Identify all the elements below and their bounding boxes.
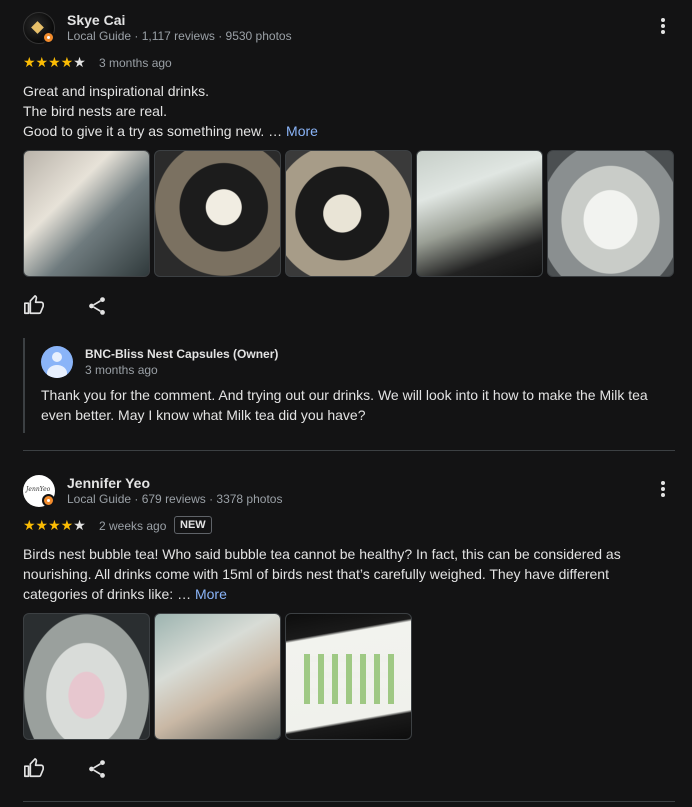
review-photo[interactable] — [23, 150, 150, 277]
thumbs-up-icon[interactable] — [23, 757, 45, 779]
review-text: Birds nest bubble tea! Who said bubble t… — [23, 544, 643, 604]
filled-stars: ★★★★ — [23, 517, 74, 533]
reviewer-name[interactable]: Jennifer Yeo — [67, 475, 150, 491]
review-text-line: Great and inspirational drinks. — [23, 83, 209, 99]
review-photo[interactable] — [154, 613, 281, 740]
owner-response-date: 3 months ago — [85, 363, 158, 377]
more-link[interactable]: More — [286, 123, 318, 139]
review-card: Skye Cai Local Guide · 1,117 reviews · 9… — [0, 0, 692, 450]
review-photo[interactable] — [285, 613, 412, 740]
more-vert-icon[interactable] — [656, 480, 670, 500]
star-rating: ★★★★★ — [23, 517, 86, 534]
review-photo[interactable] — [285, 150, 412, 277]
review-divider — [23, 801, 675, 802]
review-text-line: The bird nests are real. — [23, 103, 167, 119]
local-guide-badge-icon — [42, 31, 55, 44]
more-vert-icon[interactable] — [656, 17, 670, 37]
review-photo[interactable] — [547, 150, 674, 277]
filled-stars: ★★★★ — [23, 54, 74, 70]
share-icon[interactable] — [86, 758, 108, 780]
reviewer-meta[interactable]: Local Guide · 1,117 reviews · 9530 photo… — [67, 29, 292, 43]
empty-star: ★ — [73, 517, 86, 533]
review-photo[interactable] — [154, 150, 281, 277]
avatar-mark — [31, 21, 44, 34]
review-text-line-3: Good to give it a try as something new. … — [23, 123, 283, 139]
owner-response-text: Thank you for the comment. And trying ou… — [41, 387, 648, 423]
review-photo[interactable] — [23, 613, 150, 740]
new-badge: NEW — [174, 516, 212, 534]
avatar-signature: JennYeo — [26, 486, 51, 493]
owner-response-bar — [23, 338, 25, 433]
review-text: Great and inspirational drinks. The bird… — [23, 81, 663, 141]
review-body: Birds nest bubble tea! Who said bubble t… — [23, 546, 621, 602]
empty-star: ★ — [73, 54, 86, 70]
reviewer-meta[interactable]: Local Guide · 679 reviews · 3378 photos — [67, 492, 282, 506]
share-icon[interactable] — [86, 295, 108, 317]
review-text-line: Good to give it a try as something new. … — [23, 121, 663, 141]
owner-avatar — [41, 346, 73, 378]
thumbs-up-icon[interactable] — [23, 294, 45, 316]
more-link[interactable]: More — [195, 586, 227, 602]
local-guide-badge-icon — [42, 494, 55, 507]
review-date: 2 weeks ago — [99, 519, 167, 533]
owner-name: BNC-Bliss Nest Capsules (Owner) — [85, 347, 279, 361]
reviewer-name[interactable]: Skye Cai — [67, 12, 125, 28]
review-photo[interactable] — [416, 150, 543, 277]
review-date: 3 months ago — [99, 56, 172, 70]
review-card: JennYeo Jennifer Yeo Local Guide · 679 r… — [0, 450, 692, 805]
star-rating: ★★★★★ — [23, 54, 86, 71]
